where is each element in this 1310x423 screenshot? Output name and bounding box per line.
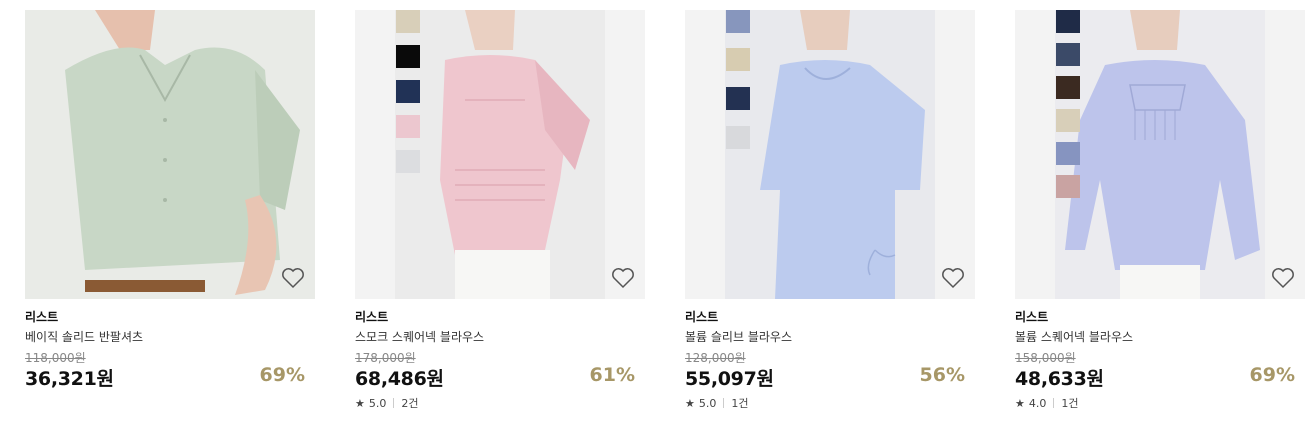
product-card[interactable]: 리스트 볼륨 스퀘어넥 블라우스 158,000원 48,633원 69% ★ …: [1015, 0, 1305, 423]
rating-score: 5.0: [368, 396, 387, 410]
color-swatch[interactable]: [396, 10, 420, 33]
color-swatch[interactable]: [1056, 43, 1080, 66]
review-count: 2건: [401, 397, 419, 410]
product-photo: [725, 10, 935, 299]
brand-name: 리스트: [1015, 310, 1049, 324]
color-swatch[interactable]: [726, 10, 750, 33]
color-swatch[interactable]: [1056, 142, 1080, 165]
star-icon: ★: [355, 396, 365, 410]
product-grid: 리스트 베이직 솔리드 반팔셔츠 118,000원 36,321원 69% 리스…: [0, 0, 1310, 423]
heart-outline-icon[interactable]: [281, 267, 305, 289]
color-swatch[interactable]: [726, 87, 750, 110]
color-swatch[interactable]: [1056, 175, 1080, 198]
star-icon: ★: [1015, 396, 1025, 410]
rating-score: 4.0: [1028, 396, 1047, 410]
rating-row: ★ 5.0 1건: [685, 395, 749, 411]
heart-outline-icon[interactable]: [1271, 267, 1295, 289]
brand-name: 리스트: [25, 310, 59, 324]
color-swatch[interactable]: [396, 45, 420, 68]
sale-price: 68,486원: [355, 368, 444, 390]
product-image[interactable]: [1015, 10, 1305, 299]
divider: [393, 398, 395, 408]
brand-name: 리스트: [685, 310, 719, 324]
brand-name: 리스트: [355, 310, 389, 324]
discount-rate: 69%: [1249, 364, 1295, 386]
discount-rate: 69%: [259, 364, 305, 386]
color-swatch[interactable]: [1056, 109, 1080, 132]
product-card[interactable]: 리스트 볼륨 슬리브 블라우스 128,000원 55,097원 56% ★ 5…: [685, 0, 975, 423]
product-name[interactable]: 베이직 솔리드 반팔셔츠: [25, 328, 143, 345]
color-swatch[interactable]: [726, 48, 750, 71]
review-count: 1건: [731, 397, 749, 410]
heart-outline-icon[interactable]: [941, 267, 965, 289]
product-photo: [1055, 10, 1265, 299]
product-card[interactable]: 리스트 스모크 스퀘어넥 블라우스 178,000원 68,486원 61% ★…: [355, 0, 645, 423]
heart-outline-icon[interactable]: [611, 267, 635, 289]
product-photo: [395, 10, 605, 299]
product-image[interactable]: [355, 10, 645, 299]
product-photo: [25, 10, 315, 299]
star-icon: ★: [685, 396, 695, 410]
sale-price: 55,097원: [685, 368, 774, 390]
review-count: 1건: [1061, 397, 1079, 410]
color-swatch[interactable]: [396, 80, 420, 103]
color-swatch[interactable]: [1056, 76, 1080, 99]
color-swatch[interactable]: [726, 126, 750, 149]
divider: [1053, 398, 1055, 408]
product-name[interactable]: 볼륨 스퀘어넥 블라우스: [1015, 328, 1133, 345]
rating-row: ★ 4.0 1건: [1015, 395, 1079, 411]
product-name[interactable]: 볼륨 슬리브 블라우스: [685, 328, 792, 345]
product-image[interactable]: [25, 10, 315, 299]
product-name[interactable]: 스모크 스퀘어넥 블라우스: [355, 328, 484, 345]
discount-rate: 56%: [919, 364, 965, 386]
discount-rate: 61%: [589, 364, 635, 386]
color-swatch[interactable]: [396, 150, 420, 173]
sale-price: 36,321원: [25, 368, 114, 390]
color-swatch[interactable]: [396, 115, 420, 138]
product-image[interactable]: [685, 10, 975, 299]
sale-price: 48,633원: [1015, 368, 1104, 390]
color-swatch[interactable]: [1056, 10, 1080, 33]
product-card[interactable]: 리스트 베이직 솔리드 반팔셔츠 118,000원 36,321원 69%: [25, 0, 315, 423]
rating-score: 5.0: [698, 396, 717, 410]
rating-row: ★ 5.0 2건: [355, 395, 419, 411]
divider: [723, 398, 725, 408]
